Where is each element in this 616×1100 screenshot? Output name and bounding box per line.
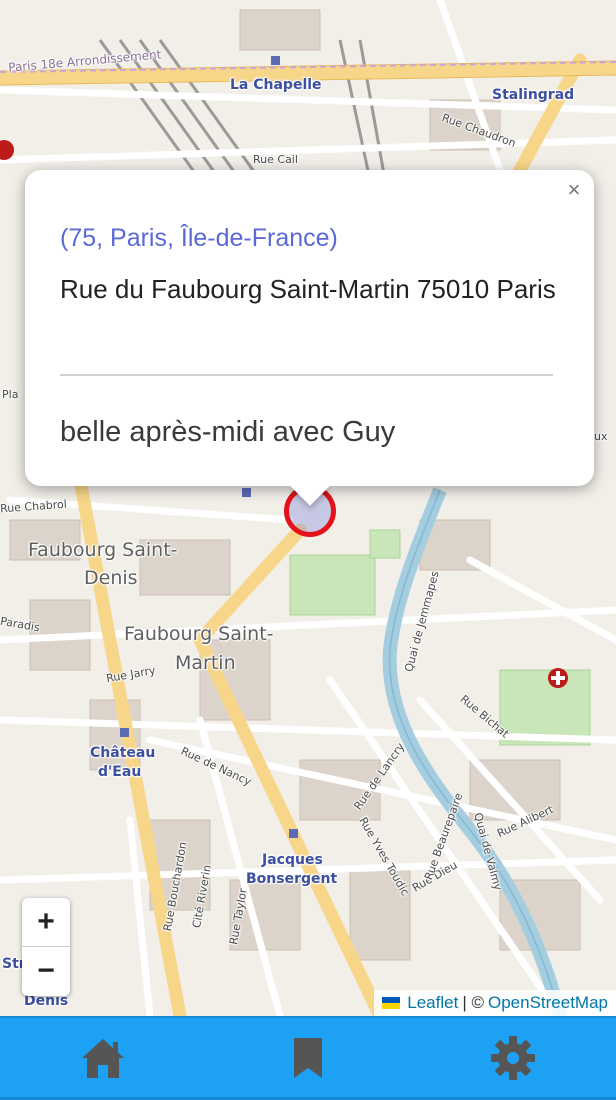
popup-region: (75, Paris, Île-de-France) [60, 224, 338, 252]
attribution-separator: | © [462, 993, 484, 1012]
faubourg-saint-denis-label-2: Denis [84, 567, 138, 589]
chateau-deau-label-1: Château [90, 745, 156, 761]
nav-home-button[interactable] [0, 1018, 205, 1097]
ux-fragment-label: ux [594, 430, 608, 443]
home-icon [81, 1038, 124, 1078]
chateau-deau-label-2: d'Eau [98, 764, 142, 780]
ukraine-flag-icon [382, 997, 401, 1009]
rue-cail-label: Rue Cail [253, 153, 298, 166]
zoom-control: + − [22, 898, 70, 996]
map-view[interactable]: Paris 18e Arrondissement La Chapelle Sta… [0, 0, 616, 1016]
leaflet-link[interactable]: Leaflet [407, 993, 458, 1013]
faubourg-saint-martin-label-2: Martin [175, 652, 236, 674]
jacques-bonsergent-label-1: Jacques [262, 852, 323, 868]
openstreetmap-link[interactable]: OpenStreetMap [488, 993, 608, 1013]
bottom-nav [0, 1016, 616, 1100]
bookmark-icon [293, 1037, 322, 1078]
popup-close-button[interactable]: × [562, 178, 586, 202]
la-chapelle-station-label: La Chapelle [230, 77, 322, 93]
faubourg-saint-denis-label-1: Faubourg Saint- [28, 539, 178, 561]
faubourg-saint-martin-label-1: Faubourg Saint- [124, 623, 274, 645]
nav-bookmark-button[interactable] [205, 1018, 410, 1097]
nav-settings-button[interactable] [411, 1018, 616, 1097]
popup-address: Rue du Faubourg Saint-Martin 75010 Paris [60, 274, 556, 304]
zoom-in-button[interactable]: + [22, 898, 70, 947]
pla-fragment-label: Pla [2, 388, 19, 401]
map-attribution: Leaflet | © OpenStreetMap [374, 990, 616, 1016]
stalingrad-station-label: Stalingrad [492, 87, 575, 103]
popup-divider [60, 374, 553, 376]
popup-tip-cover [280, 466, 340, 486]
gear-icon [491, 1035, 536, 1080]
zoom-out-button[interactable]: − [22, 947, 70, 996]
jacques-bonsergent-label-2: Bonsergent [246, 871, 338, 887]
popup-note: belle après-midi avec Guy [60, 416, 396, 448]
